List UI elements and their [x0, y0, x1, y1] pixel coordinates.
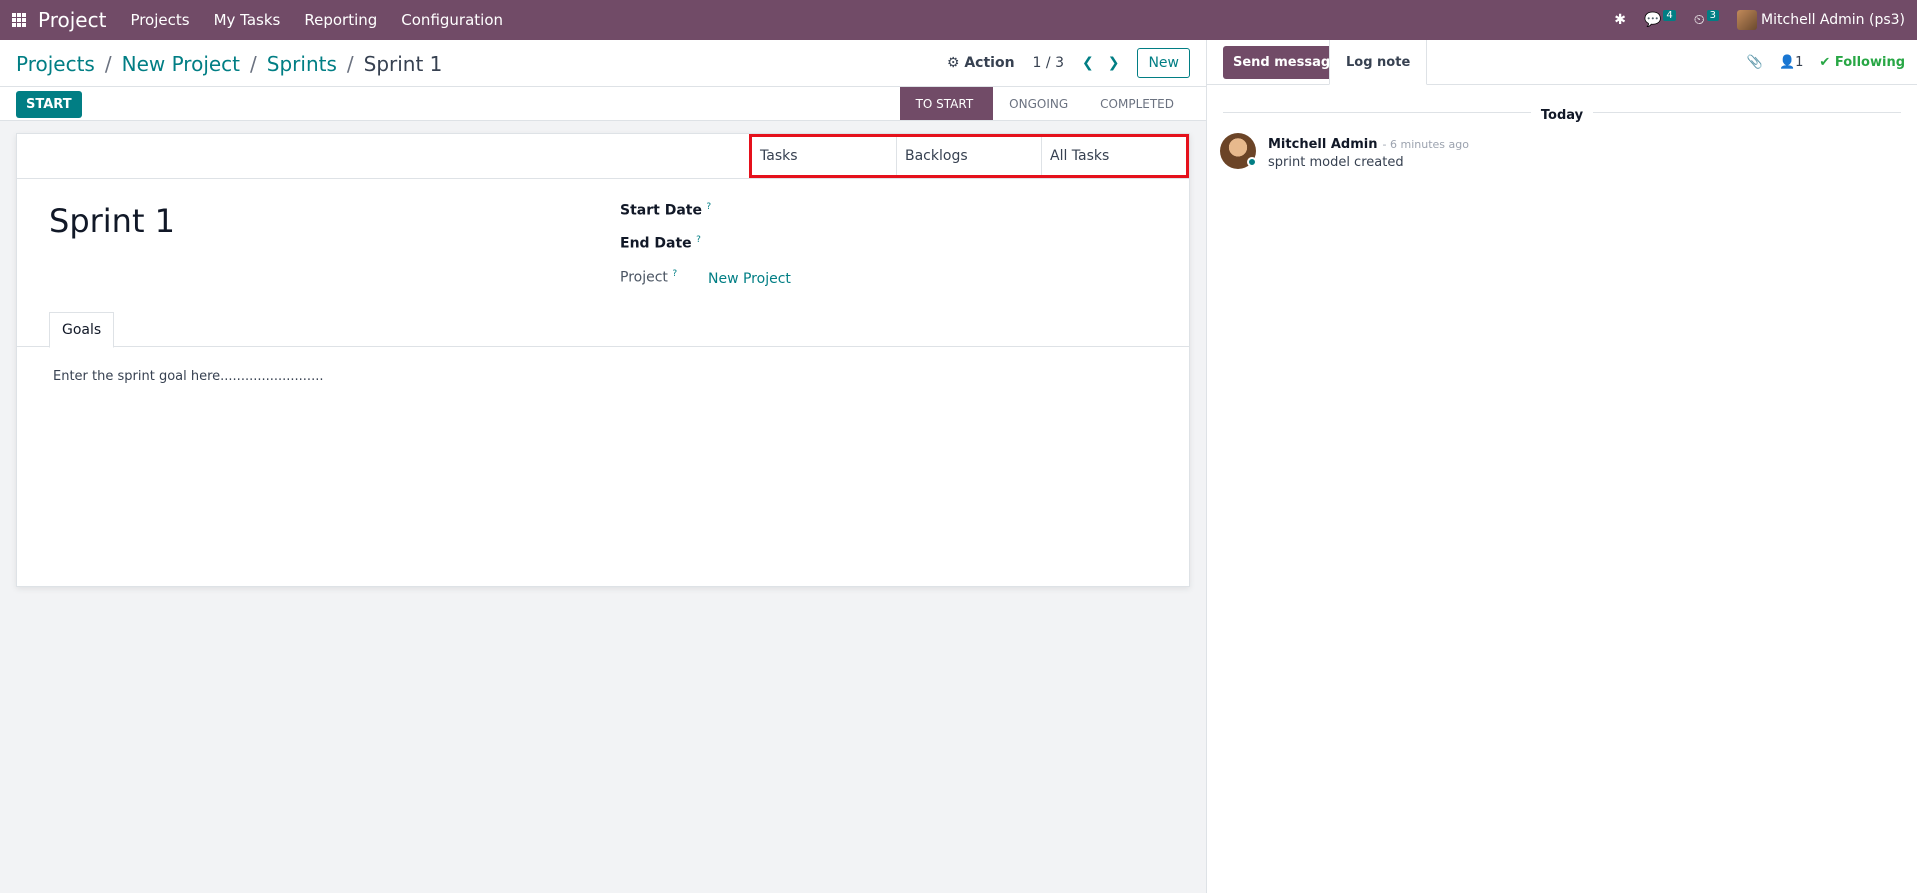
end-date-label: End Date — [620, 235, 692, 252]
end-date-field[interactable]: End Date ? — [620, 235, 701, 252]
top-menu: Projects My Tasks Reporting Configuratio… — [130, 11, 503, 29]
following-button[interactable]: ✔ Following — [1819, 55, 1905, 70]
action-menu-button[interactable]: ⚙ Action — [947, 55, 1015, 71]
menu-reporting[interactable]: Reporting — [304, 11, 377, 29]
notebook-tabs: Goals — [17, 312, 1189, 348]
project-field: Project ? — [620, 269, 677, 286]
breadcrumb-separator: / — [346, 52, 354, 76]
log-note-button[interactable]: Log note — [1329, 40, 1428, 85]
top-navbar: Project Projects My Tasks Reporting Conf… — [0, 0, 1917, 40]
control-panel-right: ⚙ Action 1 / 3 ❮ ❯ New — [947, 48, 1190, 78]
help-icon[interactable]: ? — [696, 235, 701, 245]
stage-pipeline: TO START ONGOING COMPLETED — [899, 87, 1190, 120]
date-separator: Today — [1207, 104, 1917, 123]
activities-button[interactable]: ⏲ 3 — [1693, 10, 1720, 28]
start-button[interactable]: START — [16, 91, 82, 118]
followers-count: 1 — [1795, 55, 1804, 70]
stage-completed[interactable]: COMPLETED — [1084, 87, 1190, 120]
help-icon[interactable]: ? — [706, 202, 711, 212]
breadcrumb-separator: / — [250, 52, 257, 76]
menu-configuration[interactable]: Configuration — [401, 11, 503, 29]
chevron-right-icon[interactable]: ❯ — [1108, 55, 1120, 71]
smart-button-group: Tasks Backlogs All Tasks — [749, 134, 1189, 178]
smart-button-backlogs[interactable]: Backlogs — [897, 137, 1042, 175]
gear-icon: ⚙ — [946, 55, 960, 71]
following-label: Following — [1834, 55, 1905, 70]
menu-projects[interactable]: Projects — [130, 11, 189, 29]
chatter-actions: 📎 👤1 ✔ Following — [1747, 40, 1905, 85]
online-status-icon — [1247, 157, 1257, 167]
breadcrumb: Projects / New Project / Sprints / Sprin… — [16, 52, 442, 76]
smart-button-tasks[interactable]: Tasks — [752, 137, 897, 175]
new-button[interactable]: New — [1137, 48, 1190, 78]
breadcrumb-new-project[interactable]: New Project — [122, 52, 240, 76]
avatar[interactable] — [1220, 133, 1257, 169]
chatter-message: Mitchell Admin - 6 minutes ago sprint mo… — [1220, 133, 1469, 170]
project-label: Project — [620, 269, 668, 286]
record-title[interactable]: Sprint 1 — [49, 202, 175, 240]
breadcrumb-projects[interactable]: Projects — [16, 52, 95, 76]
paperclip-icon[interactable]: 📎 — [1747, 55, 1763, 70]
smart-button-all-tasks[interactable]: All Tasks — [1042, 137, 1186, 175]
message-body: sprint model created — [1268, 155, 1404, 170]
goal-description[interactable]: Enter the sprint goal here..............… — [53, 369, 323, 384]
person-icon: 👤 — [1778, 55, 1796, 70]
user-menu[interactable]: Mitchell Admin (ps3) — [1737, 10, 1905, 30]
project-link[interactable]: New Project — [708, 271, 791, 287]
activities-badge: 3 — [1706, 10, 1720, 21]
app-name[interactable]: Project — [38, 8, 106, 32]
today-label: Today — [1530, 108, 1594, 123]
action-label: Action — [964, 55, 1015, 71]
message-author[interactable]: Mitchell Admin — [1268, 137, 1377, 152]
breadcrumb-separator: / — [104, 52, 112, 76]
chatter-topbar: Send message Log note 📎 👤1 ✔ Following — [1207, 40, 1917, 85]
menu-my-tasks[interactable]: My Tasks — [214, 11, 281, 29]
stage-to-start[interactable]: TO START — [899, 87, 994, 120]
chat-icon: 💬 — [1643, 12, 1662, 28]
stage-ongoing[interactable]: ONGOING — [993, 87, 1084, 120]
chevron-left-icon[interactable]: ❮ — [1082, 55, 1094, 71]
tab-goals[interactable]: Goals — [49, 312, 115, 348]
breadcrumb-sprints[interactable]: Sprints — [267, 52, 337, 76]
help-icon[interactable]: ? — [672, 269, 677, 279]
pager-value[interactable]: 1 / 3 — [1033, 55, 1064, 71]
messages-badge: 4 — [1663, 10, 1676, 21]
avatar — [1737, 10, 1758, 30]
chatter-panel: Send message Log note 📎 👤1 ✔ Following T… — [1206, 40, 1917, 893]
form-sheet: Tasks Backlogs All Tasks Sprint 1 Start … — [16, 133, 1190, 587]
check-icon: ✔ — [1819, 55, 1831, 70]
pager-arrows: ❮ ❯ — [1082, 55, 1119, 71]
message-content: Mitchell Admin - 6 minutes ago sprint mo… — [1268, 133, 1469, 170]
status-bar: START TO START ONGOING COMPLETED — [0, 86, 1206, 121]
breadcrumb-current: Sprint 1 — [363, 52, 443, 76]
messages-button[interactable]: 💬 4 — [1643, 10, 1676, 28]
clock-icon: ⏲ — [1693, 12, 1705, 28]
apps-grid-icon[interactable] — [12, 13, 26, 27]
user-name: Mitchell Admin (ps3) — [1761, 12, 1905, 28]
systray: ✱ 💬 4 ⏲ 3 Mitchell Admin (ps3) — [1614, 0, 1905, 40]
message-time: - 6 minutes ago — [1382, 138, 1469, 151]
followers-button[interactable]: 👤1 — [1779, 55, 1803, 70]
start-date-label: Start Date — [620, 202, 702, 219]
smart-button-box: Tasks Backlogs All Tasks — [17, 134, 1189, 179]
start-date-field[interactable]: Start Date ? — [620, 202, 711, 219]
bug-icon[interactable]: ✱ — [1614, 12, 1626, 28]
